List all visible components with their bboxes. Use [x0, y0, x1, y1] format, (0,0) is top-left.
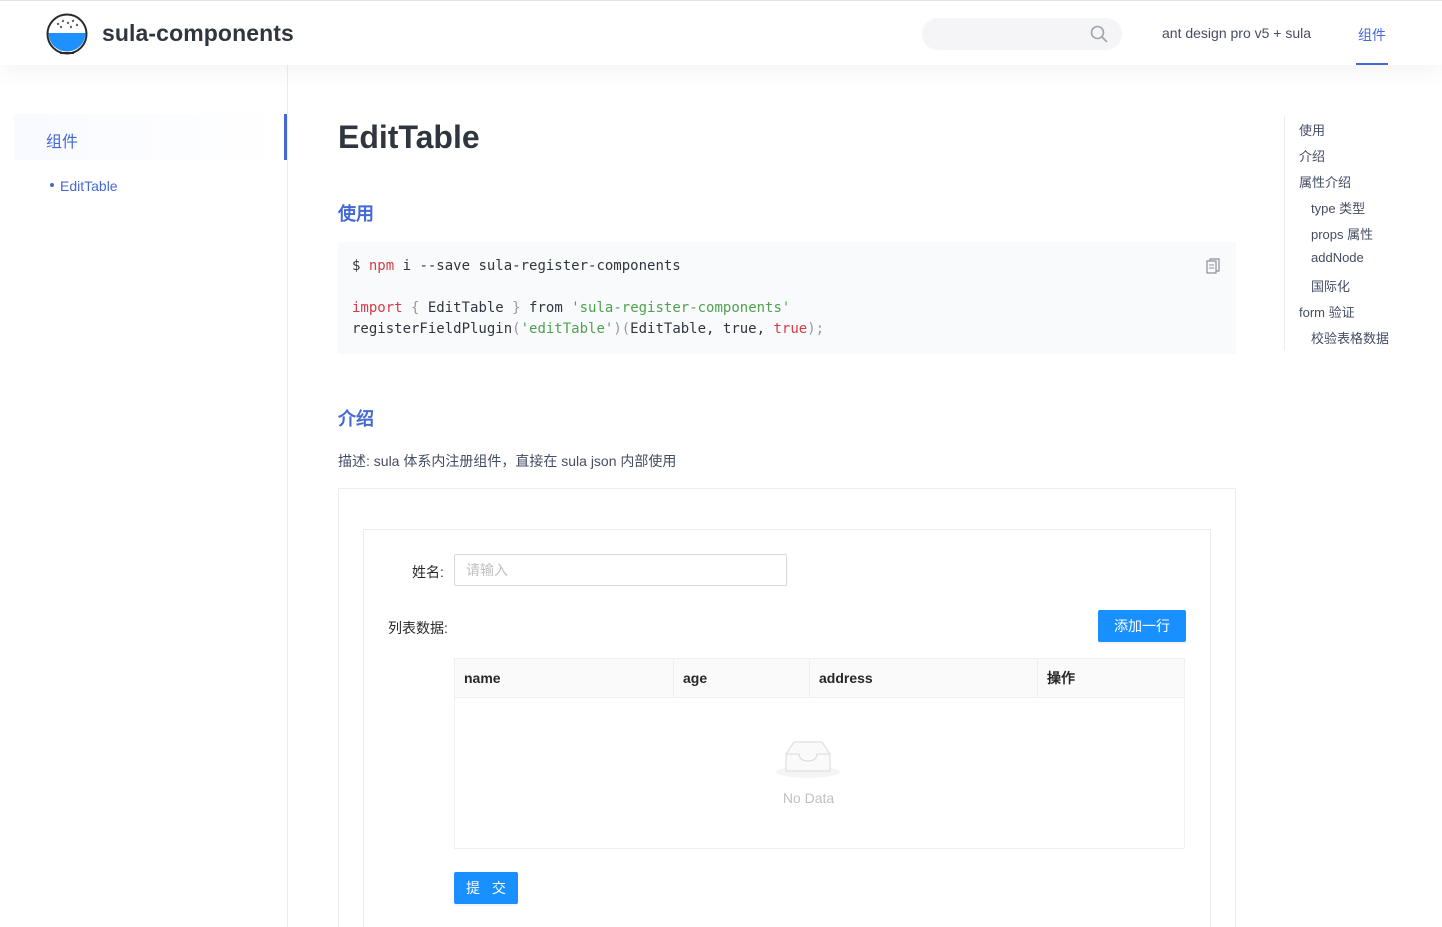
- code-token: from: [529, 300, 572, 316]
- code-token: EditTable, true,: [630, 321, 774, 337]
- sula-logo-icon[interactable]: [46, 13, 88, 55]
- code-token: $: [352, 258, 369, 274]
- toc-item-addnode[interactable]: addNode: [1311, 250, 1364, 265]
- code-token: 'sula-register-components': [571, 300, 791, 316]
- search-icon[interactable]: [1090, 25, 1108, 43]
- name-label: 姓名:: [412, 564, 444, 580]
- toc-item-type[interactable]: type 类型: [1311, 198, 1365, 217]
- nav-active-indicator: [1356, 63, 1388, 65]
- empty-text: No Data: [782, 790, 835, 806]
- code-token: )(: [613, 321, 631, 337]
- description-text: 描述: sula 体系内注册组件，直接在 sula json 内部使用: [338, 453, 677, 469]
- code-line: registerFieldPlugin('editTable')(EditTab…: [352, 321, 824, 337]
- demo-preview: 姓名: 列表数据: 添加一行 name age address 操作 No Da…: [338, 488, 1236, 927]
- list-data-label: 列表数据:: [388, 620, 448, 636]
- code-token: (: [512, 321, 521, 337]
- toc-item-usage[interactable]: 使用: [1299, 120, 1325, 139]
- table-header: name age address 操作: [455, 659, 1184, 698]
- code-token: }: [503, 300, 530, 316]
- code-token: );: [807, 321, 825, 337]
- section-heading-usage[interactable]: 使用: [338, 200, 374, 226]
- edit-table: name age address 操作 No Data: [454, 658, 1185, 849]
- code-token: i --save sula-register-components: [394, 258, 681, 274]
- toc-item-form-validation[interactable]: form 验证: [1299, 302, 1355, 321]
- code-line: $ npm i --save sula-register-components: [352, 258, 681, 274]
- toc-item-validate-table[interactable]: 校验表格数据: [1311, 328, 1389, 347]
- nav-link-pro[interactable]: ant design pro v5 + sula: [1162, 25, 1311, 41]
- demo-form-card: 姓名: 列表数据: 添加一行 name age address 操作 No Da…: [363, 529, 1211, 927]
- code-block: $ npm i --save sula-register-components …: [338, 242, 1236, 354]
- code-token: EditTable: [427, 300, 504, 316]
- column-header-name: name: [455, 659, 674, 698]
- name-input[interactable]: [454, 554, 787, 586]
- code-token: {: [402, 300, 428, 316]
- sidebar: 组件 EditTable: [0, 65, 288, 927]
- toc-item-props-intro[interactable]: 属性介绍: [1299, 172, 1351, 191]
- column-header-age: age: [674, 659, 810, 698]
- search-input[interactable]: [922, 18, 1082, 50]
- top-header: sula-components ant design pro v5 + sula…: [0, 0, 1442, 65]
- nav-link-components[interactable]: 组件: [1358, 25, 1386, 45]
- submit-button[interactable]: 提 交: [454, 872, 518, 904]
- toc-item-props[interactable]: props 属性: [1311, 224, 1373, 243]
- empty-inbox-icon: [776, 741, 840, 778]
- sidebar-group-label: 组件: [46, 134, 79, 151]
- code-token: registerFieldPlugin: [352, 321, 513, 337]
- sidebar-group-components[interactable]: 组件: [14, 114, 287, 160]
- page-title: EditTable: [338, 119, 480, 155]
- brand-title[interactable]: sula-components: [102, 20, 294, 47]
- code-line: import { EditTable } from 'sula-register…: [352, 300, 790, 316]
- toc-item-i18n[interactable]: 国际化: [1311, 276, 1350, 295]
- code-token: import: [352, 300, 403, 316]
- table-of-contents: 使用 介绍 属性介绍 type 类型 props 属性 addNode 国际化 …: [1284, 116, 1414, 350]
- copy-icon[interactable]: [1206, 258, 1220, 274]
- section-heading-intro[interactable]: 介绍: [338, 405, 374, 431]
- add-row-button[interactable]: 添加一行: [1098, 610, 1186, 642]
- code-token: npm: [368, 258, 395, 274]
- bullet-icon: [50, 183, 54, 188]
- sidebar-item-label: EditTable: [60, 178, 118, 194]
- toc-item-intro[interactable]: 介绍: [1299, 146, 1325, 165]
- code-token: 'editTable': [520, 321, 614, 337]
- column-header-address: address: [810, 659, 1038, 698]
- code-token: true: [773, 321, 808, 337]
- sidebar-item-edittable[interactable]: EditTable: [50, 178, 118, 194]
- column-header-actions: 操作: [1047, 670, 1075, 686]
